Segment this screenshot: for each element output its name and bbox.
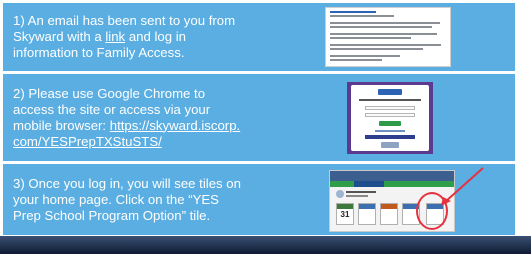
step-1-text: 1) An email has been sent to you from Sk…	[13, 3, 241, 71]
email-thumbnail	[325, 7, 451, 67]
step-2-screenshot	[265, 74, 515, 161]
step-2-row: 2) Please use Google Chrome to access th…	[3, 74, 515, 161]
email-link[interactable]: link	[105, 29, 125, 44]
step-1-screenshot	[265, 3, 515, 71]
step-3-row: 3) Once you log in, you will see tiles o…	[3, 164, 515, 235]
step-1-row: 1) An email has been sent to you from Sk…	[3, 3, 515, 71]
step-3-screenshot: 31	[265, 164, 515, 235]
pointer-arrow-icon	[441, 167, 484, 206]
step-3-text: 3) Once you log in, you will see tiles o…	[13, 164, 241, 235]
step-2-text: 2) Please use Google Chrome to access th…	[13, 74, 241, 161]
iscorp-logo-icon	[381, 142, 399, 148]
step-3-text-start: 3) Once you log in, you will see tiles o…	[13, 175, 241, 223]
sign-in-button	[379, 121, 401, 126]
login-id-field	[365, 106, 415, 110]
login-thumbnail	[347, 82, 433, 154]
skyward-logo-icon	[378, 89, 402, 95]
bottom-bar	[0, 236, 531, 254]
password-field	[365, 113, 415, 117]
